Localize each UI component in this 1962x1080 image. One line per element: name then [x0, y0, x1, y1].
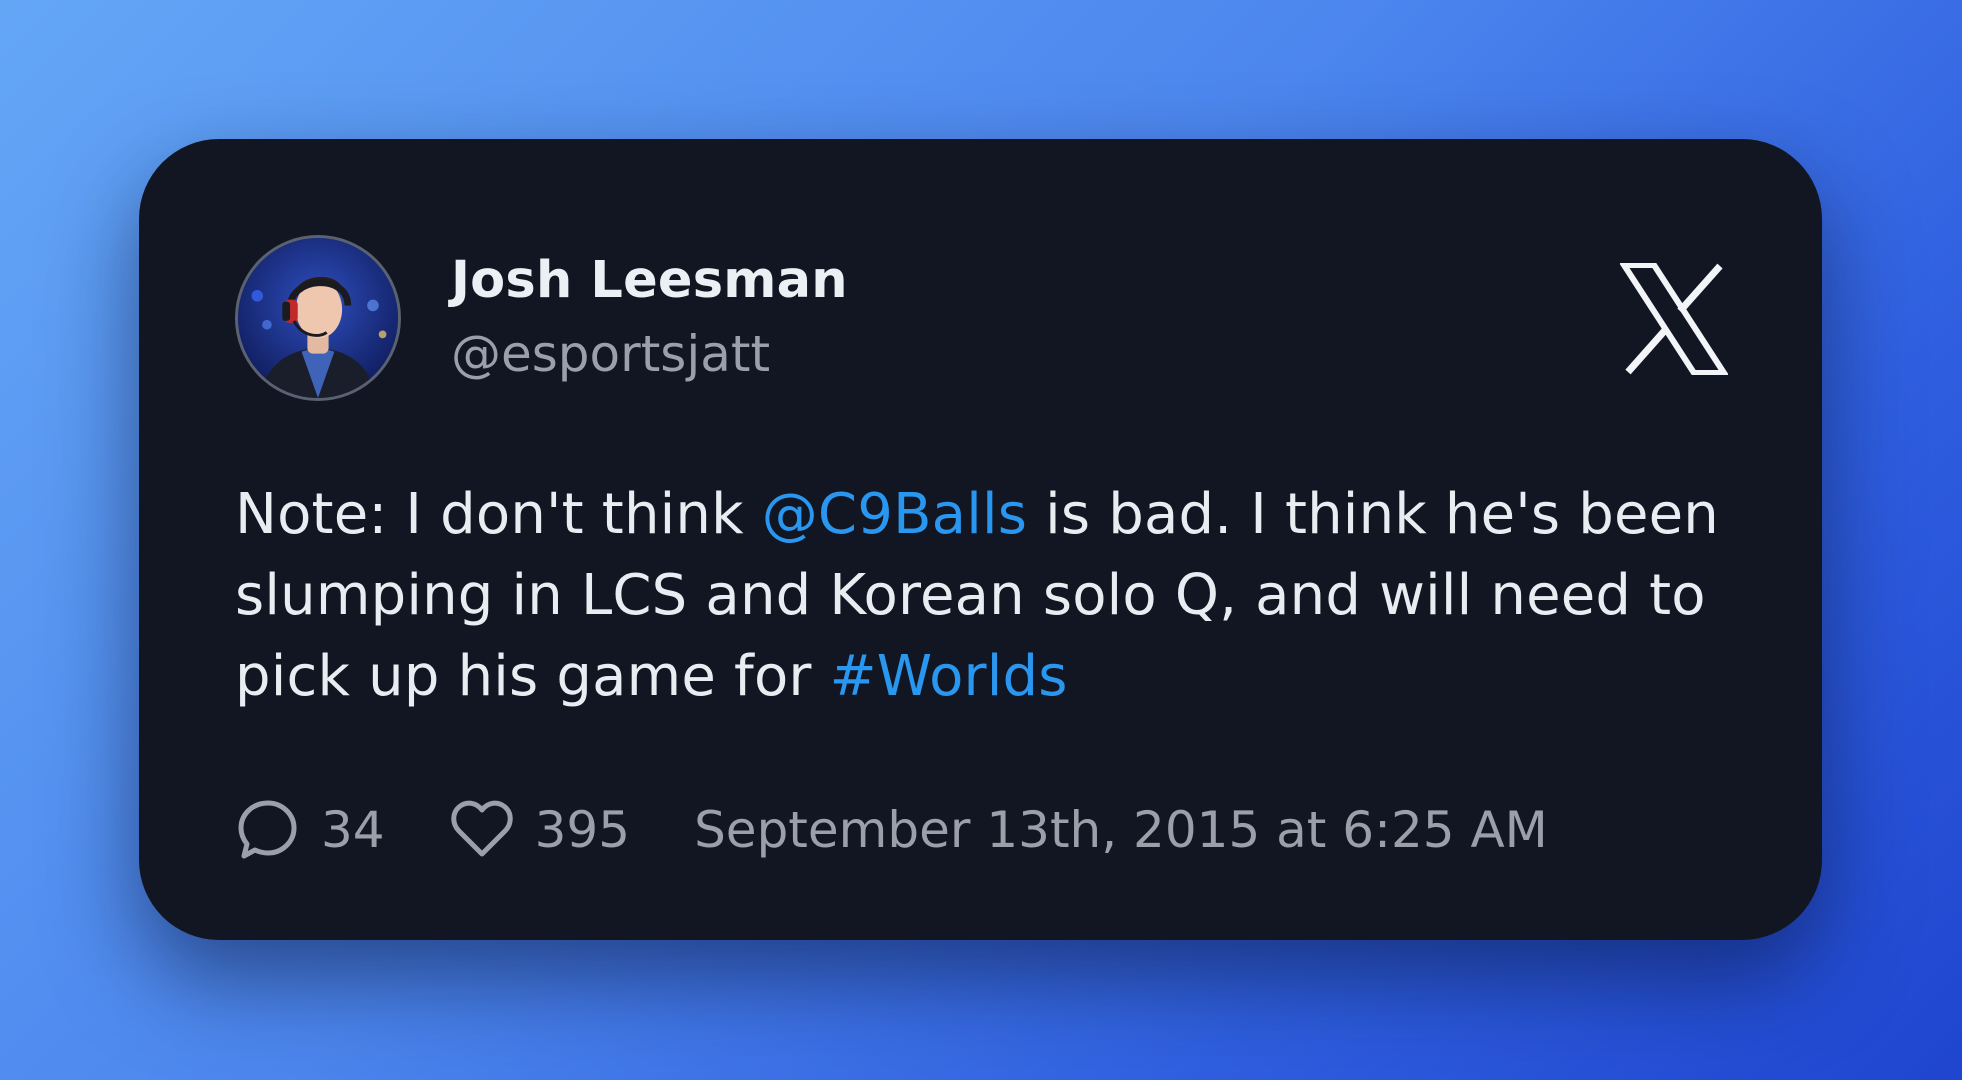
like-count: 395 [534, 801, 631, 859]
author-handle[interactable]: @esportsjatt [451, 325, 770, 383]
tweet-footer: 34 395 September 13th, 2015 at 6:25 AM [235, 795, 1548, 865]
heart-icon [449, 797, 515, 863]
avatar[interactable] [235, 235, 401, 401]
tweet-text: Note: I don't think @C9Balls is bad. I t… [235, 474, 1745, 717]
hashtag-link[interactable]: #Worlds [830, 644, 1068, 709]
like-stat[interactable]: 395 [449, 797, 630, 863]
tweet-card: Josh Leesman @esportsjatt Note: I don't … [139, 139, 1822, 940]
tweet-text-part: Note: I don't think [235, 482, 762, 547]
mention-link[interactable]: @C9Balls [762, 482, 1027, 547]
reply-bubble-icon [235, 797, 301, 863]
reply-count: 34 [321, 801, 385, 859]
x-logo-icon[interactable] [1620, 263, 1728, 375]
reply-stat[interactable]: 34 [235, 797, 385, 863]
tweet-timestamp[interactable]: September 13th, 2015 at 6:25 AM [694, 801, 1548, 859]
profile-photo [238, 238, 398, 398]
author-name[interactable]: Josh Leesman [451, 251, 848, 310]
